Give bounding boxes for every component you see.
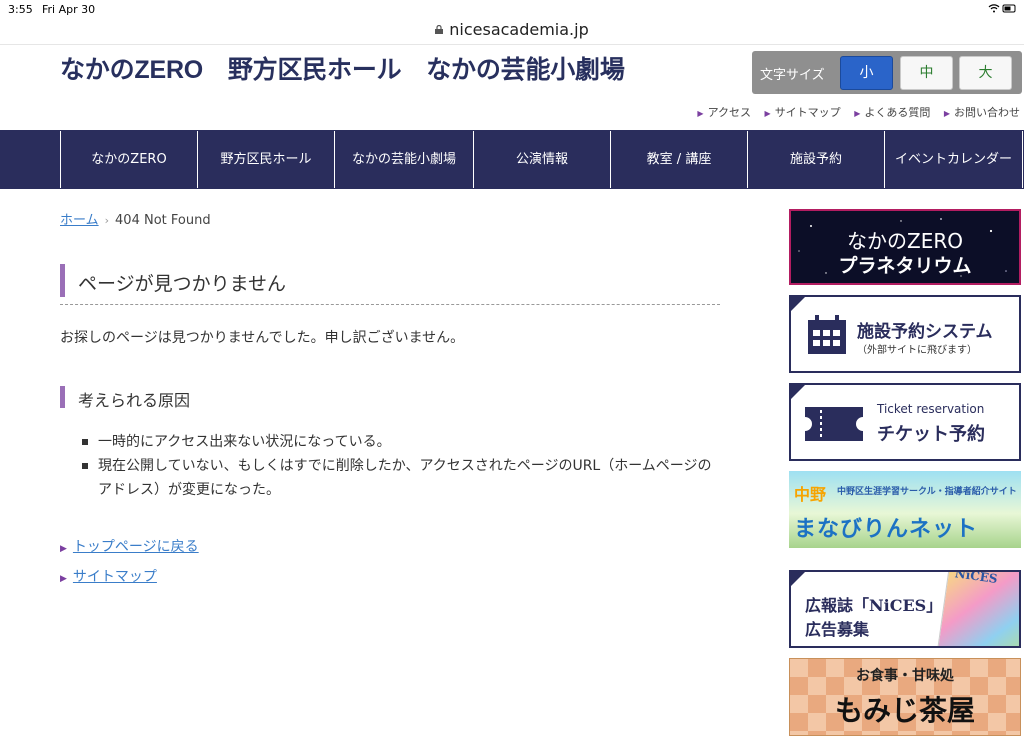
- ticket-reservation-en: Ticket reservation: [877, 402, 985, 416]
- page-title: ページが見つかりません: [78, 273, 287, 295]
- font-size-medium-button[interactable]: 中: [900, 56, 953, 90]
- wifi-battery-icon: [988, 4, 1018, 17]
- planetarium-banner[interactable]: なかのZERO プラネタリウム: [789, 209, 1021, 285]
- magazine-title: NiCES: [953, 570, 999, 587]
- nav-item-classes[interactable]: 教室 / 講座: [610, 131, 747, 188]
- url-text: nicesacademia.jp: [449, 20, 589, 39]
- list-item: 現在公開していない、もしくはすでに削除したか、アクセスされたページのURL（ホー…: [80, 454, 720, 502]
- heading-accent-bar: [60, 264, 65, 297]
- lock-icon: [435, 25, 444, 34]
- not-found-message: お探しのページは見つかりませんでした。申し訳ございません。: [60, 330, 465, 346]
- momiji-line2: もみじ茶屋: [834, 694, 975, 727]
- facility-booking-banner[interactable]: 施設予約システム （外部サイトに飛びます）: [789, 295, 1021, 373]
- planetarium-line1: なかのZERO: [847, 229, 963, 253]
- corner-decoration: [791, 297, 805, 311]
- address-bar[interactable]: nicesacademia.jp: [0, 20, 1024, 39]
- manabi-title: まなびりんネット: [794, 517, 979, 542]
- breadcrumb: ホーム › 404 Not Found: [60, 209, 211, 228]
- nav-item-facility-booking[interactable]: 施設予約: [747, 131, 884, 188]
- sitemap-link[interactable]: サイトマップ: [73, 569, 157, 585]
- facility-booking-sub: （外部サイトに飛びます）: [857, 345, 977, 356]
- nav-item-nakano-zero[interactable]: なかのZERO: [60, 131, 197, 188]
- planetarium-line2: プラネタリウム: [838, 255, 972, 277]
- page-links: ▶ トップページに戻る ▶ サイトマップ: [60, 536, 199, 596]
- breadcrumb-home-link[interactable]: ホーム: [60, 213, 99, 228]
- back-to-top-link[interactable]: トップページに戻る: [73, 539, 199, 555]
- nices-line2: 広告募集: [805, 620, 870, 639]
- corner-decoration: [791, 572, 805, 586]
- list-item: 一時的にアクセス出来ない状況になっている。: [80, 430, 720, 454]
- ticket-reservation-ja: チケット予約: [877, 424, 985, 445]
- nav-item-performances[interactable]: 公演情報: [473, 131, 610, 188]
- momiji-line1: お食事・甘味処: [856, 668, 954, 684]
- triangle-icon: ▶: [854, 109, 861, 118]
- causes-title: 考えられる原因: [78, 391, 191, 410]
- calendar-icon: [808, 315, 846, 354]
- bullet-icon: [82, 439, 88, 445]
- triangle-icon: ▶: [60, 544, 67, 554]
- facility-booking-title: 施設予約システム: [857, 322, 993, 342]
- util-link-faq[interactable]: ▶ よくある質問: [854, 106, 930, 119]
- status-date: Fri Apr 30: [42, 3, 96, 16]
- nices-line1: 広報誌「NiCES」: [805, 596, 943, 615]
- font-size-large-button[interactable]: 大: [959, 56, 1012, 90]
- ticket-icon: [805, 407, 863, 441]
- browser-status-bar: 3:55 Fri Apr 30 nicesacademia.jp: [0, 0, 1024, 45]
- triangle-icon: ▶: [697, 109, 704, 118]
- bullet-icon: [82, 463, 88, 469]
- util-link-access[interactable]: ▶ アクセス: [697, 106, 751, 119]
- ticket-reservation-banner[interactable]: Ticket reservation チケット予約: [789, 383, 1021, 461]
- nav-item-geino-theater[interactable]: なかの芸能小劇場: [334, 131, 473, 188]
- status-time: 3:55: [8, 3, 33, 16]
- font-size-small-button[interactable]: 小: [840, 56, 893, 90]
- momiji-chaya-banner[interactable]: お食事・甘味処 もみじ茶屋: [789, 658, 1021, 736]
- site-title[interactable]: なかのZERO 野方区民ホール なかの芸能小劇場: [60, 50, 625, 86]
- page-heading: ページが見つかりません: [60, 264, 720, 305]
- heading-accent-bar: [60, 386, 65, 408]
- magazine-cover-image: NiCES: [937, 570, 1019, 646]
- nav-item-noagata-hall[interactable]: 野方区民ホール: [197, 131, 334, 188]
- manabi-badge: 中野: [794, 485, 827, 504]
- triangle-icon: ▶: [764, 109, 771, 118]
- manabi-net-banner[interactable]: 中野 中野区生涯学習サークル・指導者紹介サイト まなびりんネット: [789, 471, 1021, 548]
- nices-ad-banner[interactable]: NiCES 広報誌「NiCES」 広告募集: [789, 570, 1021, 648]
- breadcrumb-current: 404 Not Found: [115, 213, 211, 228]
- util-link-contact[interactable]: ▶ お問い合わせ: [944, 106, 1020, 119]
- causes-list: 一時的にアクセス出来ない状況になっている。 現在公開していない、もしくはすでに削…: [80, 430, 720, 502]
- manabi-subtitle: 中野区生涯学習サークル・指導者紹介サイト: [837, 487, 1017, 497]
- util-link-sitemap[interactable]: ▶ サイトマップ: [765, 106, 841, 119]
- triangle-icon: ▶: [943, 109, 950, 118]
- corner-decoration: [791, 385, 805, 399]
- font-size-label: 文字サイズ: [760, 68, 825, 83]
- chevron-right-icon: ›: [104, 214, 110, 227]
- utility-links: ▶ アクセス ▶ サイトマップ ▶ よくある質問 ▶ お問い合わせ: [687, 104, 1020, 120]
- nav-item-event-calendar[interactable]: イベントカレンダー: [884, 131, 1023, 188]
- triangle-icon: ▶: [60, 574, 67, 584]
